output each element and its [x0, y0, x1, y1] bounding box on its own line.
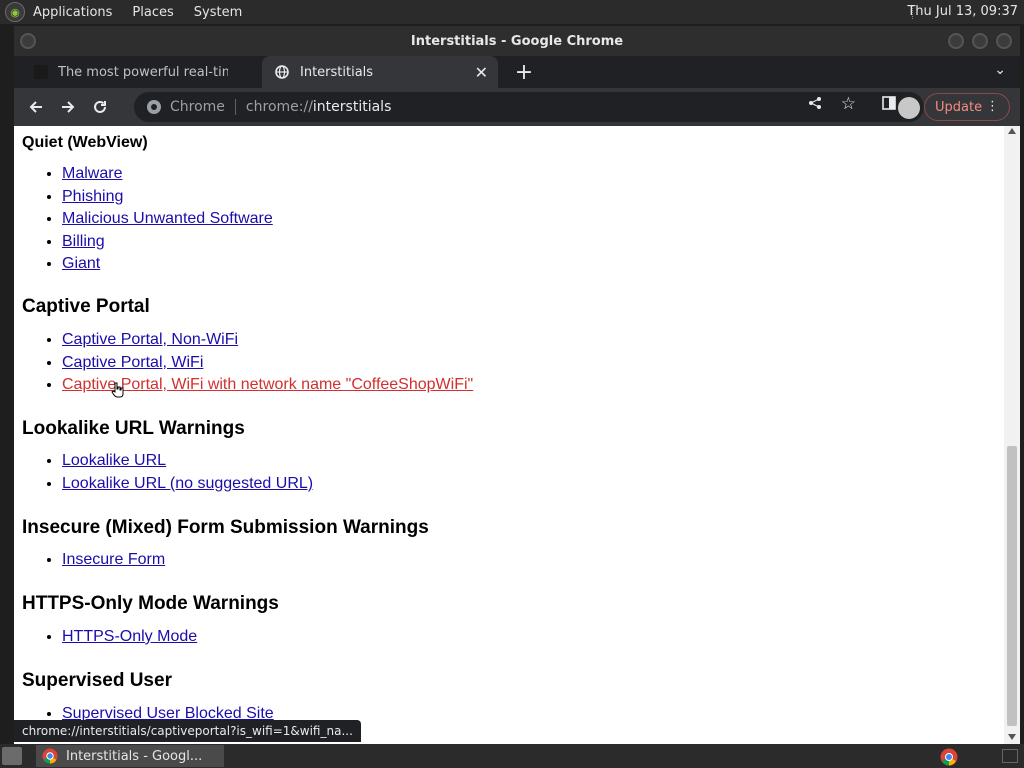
list-item: Captive Portal, WiFi [62, 352, 473, 375]
show-desktop-icon[interactable] [2, 747, 22, 765]
link-list-insecure-form: Insecure Form [42, 549, 165, 572]
minimize-button[interactable] [948, 33, 964, 49]
back-arrow-icon [29, 101, 42, 113]
places-menu[interactable]: Places [130, 3, 175, 22]
link-malware[interactable]: Malware [62, 165, 122, 182]
tab-interstitials[interactable]: Interstitials ✕ [262, 56, 498, 88]
tab-favicon-icon [34, 65, 48, 79]
scroll-down-arrow-icon[interactable] [1008, 734, 1016, 740]
list-item: Captive Portal, Non-WiFi [62, 329, 473, 352]
update-button[interactable]: Update ⋮ [924, 93, 1010, 121]
section-heading-https-only: HTTPS-Only Mode Warnings [22, 593, 279, 614]
share-icon[interactable] [808, 96, 822, 110]
list-item: Lookalike URL (no suggested URL) [62, 473, 313, 496]
tab-strip: The most powerful real-time s Interstiti… [14, 56, 1020, 88]
profile-avatar-icon[interactable] [898, 97, 920, 119]
window-title: Interstitials - Google Chrome [410, 33, 624, 49]
link-malicious-unwanted-software[interactable]: Malicious Unwanted Software [62, 210, 273, 227]
vertical-scrollbar[interactable] [1004, 126, 1020, 744]
link-https-only-mode[interactable]: HTTPS-Only Mode [62, 628, 197, 645]
forward-arrow-icon [62, 101, 75, 113]
list-item: Giant [62, 253, 273, 276]
link-list-https-only: HTTPS-Only Mode [42, 626, 197, 649]
chrome-window: Interstitials - Google Chrome The most p… [14, 26, 1020, 744]
tab-search-chevron-icon[interactable]: ⌄ [994, 62, 1006, 78]
address-bar[interactable]: Chrome chrome://interstitials [134, 92, 924, 122]
list-item: Phishing [62, 186, 273, 209]
link-status-bubble: chrome://interstitials/captiveportal?is_… [14, 720, 361, 742]
tray-chrome-icon[interactable] [940, 748, 958, 766]
taskbar-item-label: Interstitials - Googl... [66, 748, 203, 764]
list-item: Billing [62, 231, 273, 254]
kebab-menu-icon[interactable]: ⋮ [986, 99, 999, 114]
update-label: Update [935, 99, 983, 115]
origin-chip: Chrome [170, 99, 236, 115]
section-heading-insecure-form: Insecure (Mixed) Form Submission Warning… [22, 517, 429, 538]
link-lookalike-url-no-suggestion[interactable]: Lookalike URL (no suggested URL) [62, 475, 313, 492]
window-menu-icon[interactable] [20, 33, 36, 49]
back-button[interactable] [20, 91, 52, 123]
page-content: Quiet (WebView) Malware Phishing Malicio… [14, 126, 1004, 744]
url-path: interstitials [312, 99, 392, 115]
window-titlebar[interactable]: Interstitials - Google Chrome [14, 26, 1020, 56]
link-list-quiet-webview: Malware Phishing Malicious Unwanted Soft… [42, 163, 273, 276]
section-heading-captive-portal: Captive Portal [22, 296, 150, 317]
list-item: Malicious Unwanted Software [62, 208, 273, 231]
scrollbar-thumb[interactable] [1007, 446, 1017, 726]
section-heading-supervised-user: Supervised User [22, 670, 172, 691]
hand-pointer-cursor-icon [111, 382, 124, 398]
reload-button[interactable] [84, 91, 116, 123]
panel-clock[interactable]: Thu Jul 13, 09:37 [907, 4, 1018, 19]
reload-icon [94, 100, 106, 113]
tab-powerful-realtime[interactable]: The most powerful real-time s [14, 56, 262, 88]
list-item: Insecure Form [62, 549, 165, 572]
top-panel: ◉ Applications Places System Thu Jul 13,… [0, 0, 1024, 24]
side-panel-icon[interactable] [882, 96, 896, 110]
section-heading-quiet-webview: Quiet (WebView) [22, 134, 148, 151]
system-menu[interactable]: System [192, 3, 244, 22]
link-captive-portal-wifi[interactable]: Captive Portal, WiFi [62, 354, 203, 371]
tab-title: Interstitials [300, 64, 374, 80]
taskbar-item-chrome[interactable]: Interstitials - Googl... [36, 745, 224, 767]
chrome-logo-icon [146, 99, 162, 115]
forward-button[interactable] [52, 91, 84, 123]
link-billing[interactable]: Billing [62, 233, 105, 250]
link-lookalike-url[interactable]: Lookalike URL [62, 452, 166, 469]
link-giant[interactable]: Giant [62, 255, 100, 272]
bottom-taskbar: Interstitials - Googl... [0, 744, 1024, 768]
distro-logo-icon[interactable]: ◉ [5, 2, 25, 22]
link-insecure-form[interactable]: Insecure Form [62, 551, 165, 568]
link-captive-portal-non-wifi[interactable]: Captive Portal, Non-WiFi [62, 331, 238, 348]
link-list-captive-portal: Captive Portal, Non-WiFi Captive Portal,… [42, 329, 473, 397]
maximize-button[interactable] [972, 33, 988, 49]
chrome-logo-icon [42, 748, 58, 764]
workspace-switcher-icon[interactable] [1002, 749, 1018, 763]
browser-toolbar: Chrome chrome://interstitials ☆ Update ⋮ [14, 88, 1020, 126]
list-item: Lookalike URL [62, 450, 313, 473]
bookmark-star-icon[interactable]: ☆ [841, 94, 856, 114]
list-item: HTTPS-Only Mode [62, 626, 197, 649]
close-tab-icon[interactable]: ✕ [475, 63, 488, 82]
scroll-up-arrow-icon[interactable] [1008, 128, 1016, 134]
tab-title: The most powerful real-time s [58, 64, 228, 80]
link-phishing[interactable]: Phishing [62, 188, 123, 205]
url-scheme: chrome:// [245, 99, 313, 115]
link-list-lookalike-url: Lookalike URL Lookalike URL (no suggeste… [42, 450, 313, 495]
list-item: Malware [62, 163, 273, 186]
applications-menu[interactable]: Applications [31, 3, 114, 22]
globe-icon [274, 64, 290, 80]
section-heading-lookalike-url: Lookalike URL Warnings [22, 418, 245, 439]
close-window-button[interactable] [996, 33, 1012, 49]
new-tab-button[interactable]: + [510, 56, 538, 88]
